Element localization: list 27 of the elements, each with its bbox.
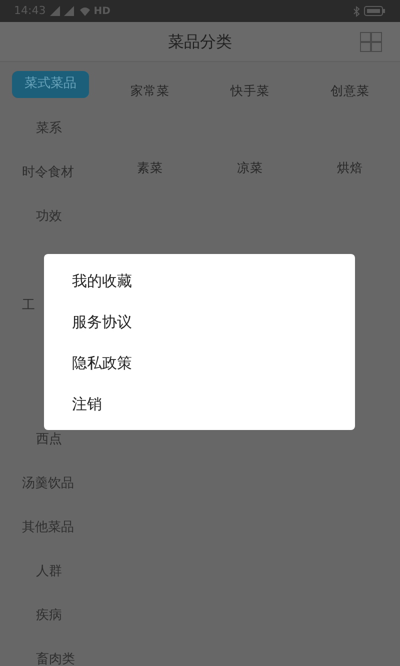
menu-item[interactable]: 隐私政策 [72, 352, 132, 375]
category-tab[interactable]: 菜系 [36, 122, 62, 134]
category-tab[interactable]: 疾病 [36, 608, 62, 622]
dish-category[interactable]: 快手菜 [230, 82, 270, 101]
battery-icon [364, 6, 386, 16]
category-tab[interactable]: 畜肉类 [36, 652, 75, 666]
category-tab[interactable]: 人群 [36, 564, 62, 578]
wifi-icon [80, 6, 90, 16]
category-tab[interactable]: 菜式菜品 [12, 70, 89, 98]
dish-category[interactable]: 素菜 [137, 159, 163, 178]
dish-category[interactable]: 家常菜 [130, 82, 170, 101]
signal-icon [50, 6, 76, 16]
category-tab[interactable]: 汤羹饮品 [22, 476, 74, 490]
category-tab[interactable]: 时令食材 [22, 166, 74, 178]
category-tab[interactable]: 功效 [36, 210, 62, 222]
dish-category[interactable]: 烘焙 [337, 159, 363, 178]
dish-category[interactable]: 创意菜 [330, 82, 370, 101]
bluetooth-icon [353, 6, 360, 16]
grid-icon[interactable] [360, 32, 382, 52]
menu-item[interactable]: 注销 [72, 393, 102, 416]
page-title: 菜品分类 [168, 30, 232, 52]
category-tab[interactable]: 其他菜品 [22, 520, 74, 534]
menu-item[interactable]: 我的收藏 [72, 270, 132, 293]
dish-category[interactable]: 凉菜 [237, 159, 263, 178]
menu-item[interactable]: 服务协议 [72, 311, 132, 334]
category-tab[interactable]: 西点 [36, 432, 62, 446]
category-tab[interactable]: 工 [22, 298, 35, 312]
